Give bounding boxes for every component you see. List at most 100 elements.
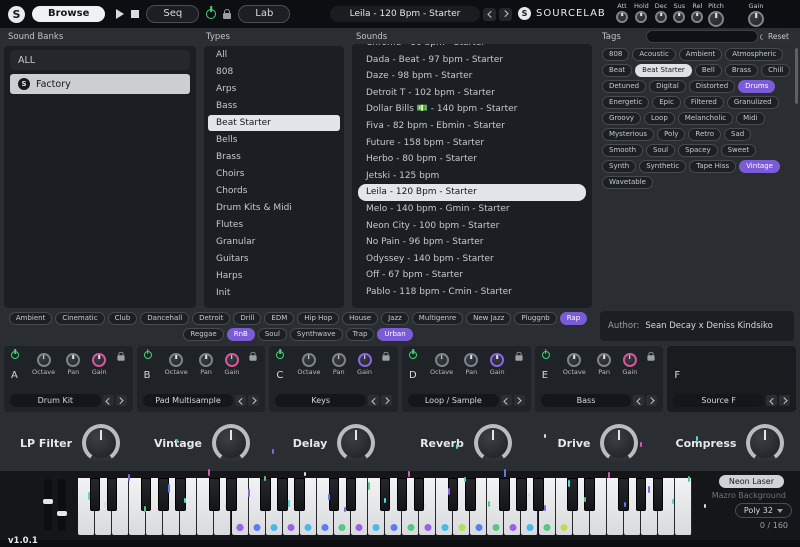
- strip-source-name[interactable]: Keys: [275, 394, 366, 407]
- black-key[interactable]: [448, 478, 459, 511]
- tag-chip[interactable]: Spacey: [678, 144, 717, 157]
- black-key[interactable]: [260, 478, 271, 511]
- tag-chip[interactable]: Chill: [761, 64, 790, 77]
- sound-item[interactable]: Leila - 120 Bpm - Starter: [358, 184, 586, 201]
- sound-item[interactable]: Chrome - 80 bpm - Starter: [358, 44, 586, 52]
- seq-button[interactable]: Seq: [146, 5, 199, 23]
- strip-lock-icon[interactable]: [515, 355, 522, 360]
- black-key[interactable]: [414, 478, 425, 511]
- black-key[interactable]: [277, 478, 288, 511]
- type-item[interactable]: Drum Kits & Midi: [208, 200, 340, 217]
- strip-next-button[interactable]: [116, 395, 127, 406]
- tag-chip[interactable]: Beat Starter: [635, 64, 692, 77]
- tag-chip[interactable]: Smooth: [602, 144, 643, 157]
- power-icon[interactable]: [206, 9, 216, 19]
- black-key[interactable]: [533, 478, 544, 511]
- genre-chip[interactable]: Urban: [377, 328, 412, 341]
- genre-chip[interactable]: Pluggnb: [514, 312, 556, 325]
- sound-item[interactable]: Future - 158 bpm - Starter: [358, 135, 586, 152]
- genre-chip[interactable]: RnB: [227, 328, 255, 341]
- tag-chip[interactable]: Digital: [649, 80, 686, 93]
- genre-chip[interactable]: Trap: [346, 328, 375, 341]
- strip-prev-button[interactable]: [766, 395, 777, 406]
- sound-item[interactable]: Jetski - 125 bpm: [358, 168, 586, 185]
- env-knob[interactable]: [616, 11, 628, 23]
- env-knob[interactable]: [635, 11, 647, 23]
- tag-chip[interactable]: Midi: [736, 112, 764, 125]
- strip-power-icon[interactable]: [144, 351, 152, 359]
- black-key[interactable]: [175, 478, 186, 511]
- tag-chip[interactable]: Synthetic: [639, 160, 686, 173]
- tag-chip[interactable]: Sweet: [721, 144, 757, 157]
- visual-preset-button[interactable]: Neon Laser: [719, 475, 784, 488]
- reset-tags-button[interactable]: Reset: [762, 30, 795, 43]
- tag-chip[interactable]: Melancholic: [678, 112, 733, 125]
- strip-next-button[interactable]: [779, 395, 790, 406]
- gain-knob[interactable]: [225, 353, 239, 367]
- tag-chip[interactable]: Brass: [725, 64, 758, 77]
- black-key[interactable]: [329, 478, 340, 511]
- mod-wheel[interactable]: [58, 479, 66, 531]
- lock-icon[interactable]: [223, 13, 231, 19]
- genre-chip[interactable]: Cinematic: [55, 312, 104, 325]
- type-item[interactable]: Harps: [208, 268, 340, 285]
- tag-chip[interactable]: Sad: [724, 128, 751, 141]
- octave-knob[interactable]: [302, 353, 316, 367]
- tag-chip[interactable]: Loop: [644, 112, 675, 125]
- sound-item[interactable]: No Pain - 96 bpm - Starter: [358, 234, 586, 251]
- gain-knob[interactable]: [623, 353, 637, 367]
- browse-button[interactable]: Browse: [32, 6, 105, 22]
- black-key[interactable]: [209, 478, 220, 511]
- fx-knob[interactable]: [474, 424, 512, 462]
- genre-chip[interactable]: Ambient: [9, 312, 52, 325]
- genre-chip[interactable]: Detroit: [192, 312, 230, 325]
- type-item[interactable]: Chords: [208, 183, 340, 200]
- sound-item[interactable]: Neon City - 100 bpm - Starter: [358, 218, 586, 235]
- sound-item[interactable]: Fiva - 82 bpm - Ebmin - Starter: [358, 118, 586, 135]
- pitch-knob[interactable]: [708, 11, 724, 27]
- octave-knob[interactable]: [37, 353, 51, 367]
- strip-power-icon[interactable]: [542, 351, 550, 359]
- black-key[interactable]: [141, 478, 152, 511]
- black-key[interactable]: [618, 478, 629, 511]
- tag-chip[interactable]: Granulized: [727, 96, 779, 109]
- black-key[interactable]: [636, 478, 647, 511]
- strip-source-name[interactable]: Source F: [673, 394, 764, 407]
- pan-knob[interactable]: [332, 353, 346, 367]
- strip-next-button[interactable]: [248, 395, 259, 406]
- play-icon[interactable]: [116, 9, 124, 19]
- sound-item[interactable]: Odyssey - 140 bpm - Starter: [358, 251, 586, 268]
- tag-chip[interactable]: Bell: [695, 64, 722, 77]
- genre-chip[interactable]: Multigenre: [412, 312, 463, 325]
- octave-knob[interactable]: [435, 353, 449, 367]
- black-key[interactable]: [653, 478, 664, 511]
- sound-item[interactable]: Detroit T - 102 bpm - Starter: [358, 85, 586, 102]
- octave-knob[interactable]: [169, 353, 183, 367]
- type-item[interactable]: Choirs: [208, 166, 340, 183]
- pan-knob[interactable]: [597, 353, 611, 367]
- strip-prev-button[interactable]: [501, 395, 512, 406]
- strip-lock-icon[interactable]: [117, 355, 124, 360]
- genre-chip[interactable]: Hip Hop: [297, 312, 339, 325]
- genre-chip[interactable]: Jazz: [381, 312, 409, 325]
- strip-power-icon[interactable]: [11, 351, 19, 359]
- sound-item[interactable]: Dada - Beat - 97 bpm - Starter: [358, 52, 586, 69]
- lab-button[interactable]: Lab: [238, 5, 290, 23]
- strip-power-icon[interactable]: [409, 351, 417, 359]
- sound-bank-item[interactable]: ALL: [10, 50, 190, 70]
- black-key[interactable]: [380, 478, 391, 511]
- tags-scrollbar[interactable]: [795, 48, 798, 104]
- gain-knob[interactable]: [92, 353, 106, 367]
- tag-chip[interactable]: Poly: [657, 128, 685, 141]
- strip-lock-icon[interactable]: [250, 355, 257, 360]
- strip-source-name[interactable]: Loop / Sample: [408, 394, 499, 407]
- tag-chip[interactable]: Soul: [646, 144, 675, 157]
- sound-item[interactable]: Daze - 98 bpm - Starter: [358, 68, 586, 85]
- fx-knob[interactable]: [337, 424, 375, 462]
- sound-item[interactable]: Herbo - 80 bpm - Starter: [358, 151, 586, 168]
- type-item[interactable]: Arps: [208, 81, 340, 98]
- fx-knob[interactable]: [82, 424, 120, 462]
- sound-bank-item[interactable]: S Factory: [10, 74, 190, 94]
- tag-search-input[interactable]: [647, 32, 760, 41]
- tag-chip[interactable]: Retro: [688, 128, 721, 141]
